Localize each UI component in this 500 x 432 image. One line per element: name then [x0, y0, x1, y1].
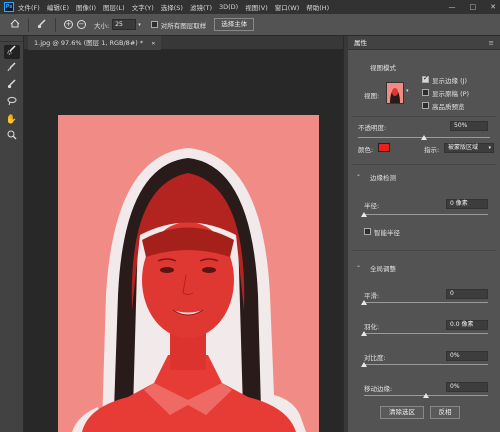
size-label: 大小:: [94, 21, 110, 30]
menu-help[interactable]: 帮助(H): [306, 2, 329, 12]
invert-button[interactable]: 反相: [430, 406, 460, 419]
menu-3d[interactable]: 3D(D): [219, 3, 238, 11]
close-tab-icon[interactable]: ✕: [151, 41, 155, 47]
minimize-button[interactable]: —: [449, 3, 456, 11]
view-thumbnail[interactable]: [386, 82, 404, 104]
brush-tool-icon-side[interactable]: [4, 79, 20, 93]
select-subject-button[interactable]: 选择主体: [214, 18, 255, 31]
refine-edge-brush-icon[interactable]: [4, 62, 20, 76]
show-edge-label: 显示边缘 (J): [432, 77, 468, 85]
document-tab-bar: 1.jpg @ 97.6% (图层 1, RGB/8#) * ✕: [24, 36, 343, 50]
menu-file[interactable]: 文件(F): [18, 2, 40, 12]
show-edge-checkbox[interactable]: [422, 74, 429, 83]
menu-select[interactable]: 选择(S): [161, 2, 183, 12]
shift-edge-label: 移动边缘:: [364, 385, 393, 393]
smooth-input[interactable]: 0: [446, 289, 488, 299]
show-original-label: 显示原稿 (P): [432, 90, 470, 98]
divider: [352, 164, 496, 165]
indicate-dropdown-value: 被蒙版区域: [448, 144, 479, 151]
radius-slider-thumb[interactable]: [361, 212, 367, 217]
menu-window[interactable]: 窗口(W): [275, 2, 300, 12]
divider: [352, 116, 496, 117]
smart-radius-checkbox[interactable]: [364, 228, 371, 235]
lasso-tool-icon[interactable]: [4, 96, 20, 110]
overlay-color-swatch[interactable]: [378, 143, 390, 152]
clear-selection-button[interactable]: 清除选区: [380, 406, 424, 419]
contrast-input[interactable]: 0%: [446, 351, 488, 361]
add-to-selection-icon[interactable]: +: [64, 20, 73, 29]
opacity-slider[interactable]: [358, 135, 490, 140]
menu-type[interactable]: 文字(Y): [132, 2, 154, 12]
smart-radius-label: 智能半径: [374, 229, 400, 237]
menu-bar: Ps 文件(F) 编辑(E) 图像(I) 图层(L) 文字(Y) 选择(S) 滤…: [0, 0, 500, 14]
global-refine-title: 全局调整: [370, 265, 396, 273]
portrait-photo-overlay: [58, 115, 319, 432]
view-dropdown-chevron-icon[interactable]: ▾: [406, 88, 409, 94]
properties-title: 属性: [354, 39, 367, 47]
brush-tool-icon[interactable]: [37, 18, 47, 31]
opacity-input[interactable]: 50%: [450, 121, 488, 131]
smooth-slider[interactable]: [361, 300, 488, 305]
document-tab-title: 1.jpg @ 97.6% (图层 1, RGB/8#) *: [34, 39, 144, 47]
feather-label: 羽化:: [364, 323, 380, 331]
close-button[interactable]: ✕: [490, 3, 496, 11]
collapse-chevron-icon[interactable]: ⌄: [356, 171, 361, 178]
opacity-label: 不透明度:: [358, 124, 387, 132]
home-icon[interactable]: [10, 19, 20, 30]
contrast-label: 对比度:: [364, 354, 386, 362]
smooth-slider-thumb[interactable]: [361, 300, 367, 305]
quick-selection-tool-icon[interactable]: [3, 45, 20, 59]
menu-image[interactable]: 图像(I): [76, 2, 96, 12]
indicate-dropdown[interactable]: 被蒙版区域 ▾: [444, 143, 494, 153]
contrast-slider-thumb[interactable]: [361, 362, 367, 367]
canvas-area[interactable]: [24, 50, 343, 432]
radius-label: 半径:: [364, 202, 380, 210]
radius-slider[interactable]: [361, 212, 488, 217]
hq-preview-label: 高品质预览: [432, 103, 465, 111]
shift-edge-slider[interactable]: [364, 393, 488, 398]
document-tab[interactable]: 1.jpg @ 97.6% (图层 1, RGB/8#) * ✕: [28, 36, 162, 50]
opacity-slider-thumb[interactable]: [421, 135, 427, 140]
document-image[interactable]: [58, 115, 319, 432]
shift-edge-input[interactable]: 0%: [446, 382, 488, 392]
options-bar: + − 大小: 25 ▾ 对所有图层取样 选择主体: [0, 14, 500, 36]
panel-menu-icon[interactable]: ≡: [489, 36, 494, 50]
photoshop-logo: Ps: [4, 2, 14, 12]
subtract-from-selection-icon[interactable]: −: [77, 20, 86, 29]
sample-all-layers-checkbox[interactable]: [150, 21, 158, 28]
properties-panel-header: 属性 ≡: [348, 36, 500, 50]
chevron-down-icon: ▾: [488, 145, 491, 151]
indicate-label: 指示:: [424, 146, 440, 154]
radius-input[interactable]: 0 像素: [446, 199, 488, 209]
contrast-slider[interactable]: [361, 362, 488, 367]
feather-slider[interactable]: [361, 331, 488, 336]
menu-filter[interactable]: 滤镜(T): [190, 2, 212, 12]
menu-view[interactable]: 视图(V): [245, 2, 268, 12]
restore-button[interactable]: □: [470, 3, 477, 11]
divider: [352, 250, 496, 251]
tools-panel: ✋: [0, 36, 24, 432]
sample-all-layers-label: 对所有图层取样: [160, 21, 207, 30]
feather-input[interactable]: 0.0 像素: [446, 320, 488, 330]
view-mode-section-title: 视图模式: [370, 64, 396, 72]
hq-preview-checkbox[interactable]: [422, 102, 429, 109]
hand-tool-icon[interactable]: ✋: [4, 113, 20, 127]
feather-slider-thumb[interactable]: [361, 331, 367, 336]
zoom-tool-icon[interactable]: [4, 130, 20, 144]
collapse-chevron-icon[interactable]: ⌄: [356, 262, 361, 269]
menu-layer[interactable]: 图层(L): [103, 2, 125, 12]
chevron-down-icon[interactable]: ▾: [138, 22, 141, 28]
menu-edit[interactable]: 编辑(E): [47, 2, 69, 12]
toolbar-grip[interactable]: [0, 36, 23, 42]
show-original-checkbox[interactable]: [422, 89, 429, 96]
smooth-label: 平滑:: [364, 292, 380, 300]
shift-edge-slider-thumb[interactable]: [423, 393, 429, 398]
edge-detection-title: 边缘检测: [370, 174, 396, 182]
view-label: 视图:: [364, 92, 380, 100]
properties-panel: 属性 ≡ 视图模式 视图: ▾ 显示边缘 (J) 显示原稿 (P) 高品质预览 …: [348, 36, 500, 432]
window-controls: — □ ✕: [449, 0, 497, 14]
size-input[interactable]: 25: [112, 19, 137, 30]
color-label: 颜色:: [358, 146, 374, 154]
